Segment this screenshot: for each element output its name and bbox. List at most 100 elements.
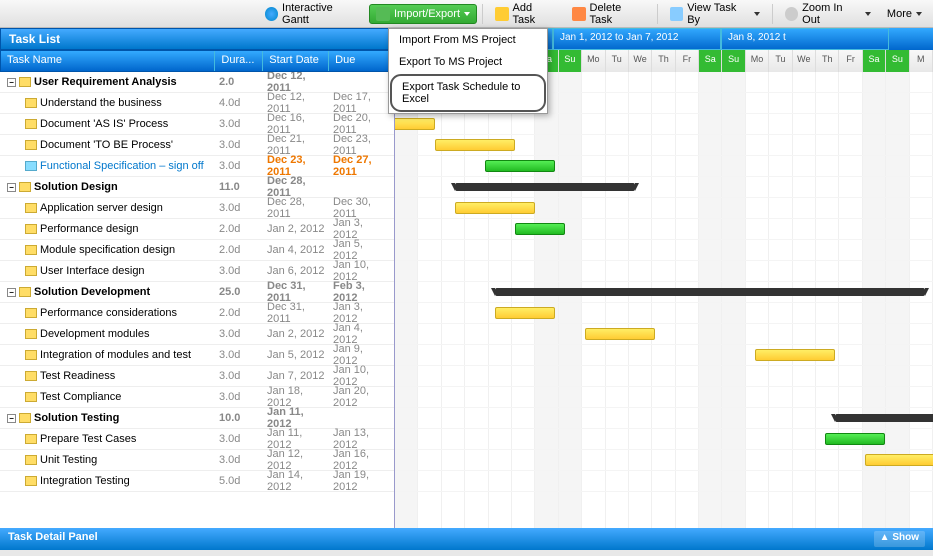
- task-icon: [25, 203, 37, 213]
- interactive-gantt-label: Interactive Gantt: [282, 2, 360, 26]
- task-row[interactable]: Functional Specification – sign off3.0dD…: [0, 156, 394, 177]
- day-cell: Tu: [606, 50, 629, 72]
- task-row[interactable]: Understand the business4.0dDec 12, 2011D…: [0, 93, 394, 114]
- col-duration[interactable]: Dura...: [215, 51, 263, 71]
- task-row[interactable]: Integration of modules and test3.0dJan 5…: [0, 345, 394, 366]
- expand-toggle[interactable]: −: [7, 183, 16, 192]
- add-task-button[interactable]: Add Task: [488, 0, 563, 29]
- task-row[interactable]: Prepare Test Cases3.0dJan 11, 2012Jan 13…: [0, 429, 394, 450]
- gantt-row: [395, 114, 933, 135]
- view-icon: [670, 7, 683, 21]
- task-name-text: Application server design: [40, 202, 163, 214]
- gantt-bar[interactable]: [455, 202, 535, 214]
- task-row[interactable]: Unit Testing3.0dJan 12, 2012Jan 16, 2012: [0, 450, 394, 471]
- cell-dur: 3.0d: [215, 349, 263, 361]
- day-cell: M: [910, 50, 933, 72]
- dropdown-export-ms[interactable]: Export To MS Project: [389, 51, 547, 73]
- task-row[interactable]: Application server design3.0dDec 28, 201…: [0, 198, 394, 219]
- task-row[interactable]: Performance considerations2.0dDec 31, 20…: [0, 303, 394, 324]
- cell-dur: 3.0d: [215, 139, 263, 151]
- cell-dur: 5.0d: [215, 475, 263, 487]
- task-icon: [19, 413, 31, 423]
- task-icon: [25, 161, 37, 171]
- expand-toggle[interactable]: −: [7, 78, 16, 87]
- task-name-text: Solution Testing: [34, 412, 119, 424]
- col-start-date[interactable]: Start Date: [263, 51, 329, 71]
- expand-toggle[interactable]: −: [7, 414, 16, 423]
- week-cell: Jan 8, 2012 t: [721, 28, 889, 50]
- task-row[interactable]: User Interface design3.0dJan 6, 2012Jan …: [0, 261, 394, 282]
- cell-start: Dec 31, 2011: [263, 301, 329, 325]
- cell-dur: 2.0: [215, 76, 263, 88]
- show-panel-button[interactable]: ▲ Show: [874, 531, 925, 547]
- gantt-bar[interactable]: [865, 454, 933, 466]
- gantt-bar[interactable]: [495, 307, 555, 319]
- gantt-row: [395, 240, 933, 261]
- gantt-row: [395, 345, 933, 366]
- task-row[interactable]: Test Compliance3.0dJan 18, 2012Jan 20, 2…: [0, 387, 394, 408]
- chevron-down-icon: [916, 12, 922, 16]
- gantt-row: [395, 261, 933, 282]
- task-row[interactable]: Document 'TO BE Process'3.0dDec 21, 2011…: [0, 135, 394, 156]
- gantt-bar[interactable]: [435, 139, 515, 151]
- day-cell: We: [629, 50, 652, 72]
- cell-dur: 3.0d: [215, 391, 263, 403]
- task-name-text: Prepare Test Cases: [40, 433, 136, 445]
- gantt-area[interactable]: [395, 72, 933, 528]
- view-task-by-button[interactable]: View Task By: [663, 0, 767, 29]
- task-icon: [25, 434, 37, 444]
- gantt-bar[interactable]: [455, 183, 635, 191]
- gantt-bar[interactable]: [395, 118, 435, 130]
- col-task-name[interactable]: Task Name: [1, 51, 215, 71]
- gantt-bar[interactable]: [485, 160, 555, 172]
- column-header-row: Task Name Dura... Start Date Due: [0, 50, 394, 72]
- cell-due: Jan 20, 2012: [329, 385, 393, 409]
- expand-toggle[interactable]: −: [7, 288, 16, 297]
- zoom-button[interactable]: Zoom In Out: [778, 0, 878, 29]
- gantt-row: [395, 450, 933, 471]
- task-row[interactable]: −Solution Design11.0Dec 28, 2011: [0, 177, 394, 198]
- task-icon: [19, 287, 31, 297]
- task-row[interactable]: −Solution Testing10.0Jan 11, 2012: [0, 408, 394, 429]
- task-row[interactable]: −Solution Development25.0Dec 31, 2011Feb…: [0, 282, 394, 303]
- gantt-bar[interactable]: [495, 288, 925, 296]
- gantt-bar[interactable]: [755, 349, 835, 361]
- delete-task-button[interactable]: Delete Task: [565, 0, 652, 29]
- view-task-by-label: View Task By: [687, 2, 750, 26]
- task-row[interactable]: Test Readiness3.0dJan 7, 2012Jan 10, 201…: [0, 366, 394, 387]
- task-icon: [25, 392, 37, 402]
- cell-start: Jan 7, 2012: [263, 370, 329, 382]
- task-row[interactable]: Module specification design2.0dJan 4, 20…: [0, 240, 394, 261]
- task-name-text: Solution Development: [34, 286, 150, 298]
- task-row[interactable]: Document 'AS IS' Process3.0dDec 16, 2011…: [0, 114, 394, 135]
- day-cell: Th: [816, 50, 839, 72]
- import-export-dropdown: Import From MS Project Export To MS Proj…: [388, 28, 548, 114]
- more-label: More: [887, 8, 912, 20]
- day-cell: Mo: [746, 50, 769, 72]
- chevron-down-icon: [464, 12, 470, 16]
- task-name-text: Test Compliance: [40, 391, 121, 403]
- gantt-bar[interactable]: [515, 223, 565, 235]
- task-list-panel: Task List Task Name Dura... Start Date D…: [0, 28, 395, 528]
- gantt-row: [395, 387, 933, 408]
- task-row[interactable]: Development modules3.0dJan 2, 2012Jan 4,…: [0, 324, 394, 345]
- task-row[interactable]: Performance design2.0dJan 2, 2012Jan 3, …: [0, 219, 394, 240]
- add-icon: [495, 7, 509, 21]
- task-icon: [25, 371, 37, 381]
- dropdown-export-excel[interactable]: Export Task Schedule to Excel: [390, 74, 546, 112]
- task-row[interactable]: −User Requirement Analysis2.0Dec 12, 201…: [0, 72, 394, 93]
- dropdown-import-ms[interactable]: Import From MS Project: [389, 29, 547, 51]
- task-icon: [25, 119, 37, 129]
- task-detail-panel-bar: Task Detail Panel ▲ Show: [0, 528, 933, 550]
- more-button[interactable]: More: [880, 5, 929, 23]
- gantt-bar[interactable]: [825, 433, 885, 445]
- gantt-bar[interactable]: [585, 328, 655, 340]
- interactive-gantt-button[interactable]: Interactive Gantt: [258, 0, 367, 29]
- col-due-date[interactable]: Due: [329, 51, 393, 71]
- task-row[interactable]: Integration Testing5.0dJan 14, 2012Jan 1…: [0, 471, 394, 492]
- import-export-button[interactable]: Import/Export: [369, 4, 477, 24]
- task-name-text: User Requirement Analysis: [34, 76, 177, 88]
- gantt-row: [395, 198, 933, 219]
- task-name-text: Document 'AS IS' Process: [40, 118, 168, 130]
- gantt-bar[interactable]: [835, 414, 933, 422]
